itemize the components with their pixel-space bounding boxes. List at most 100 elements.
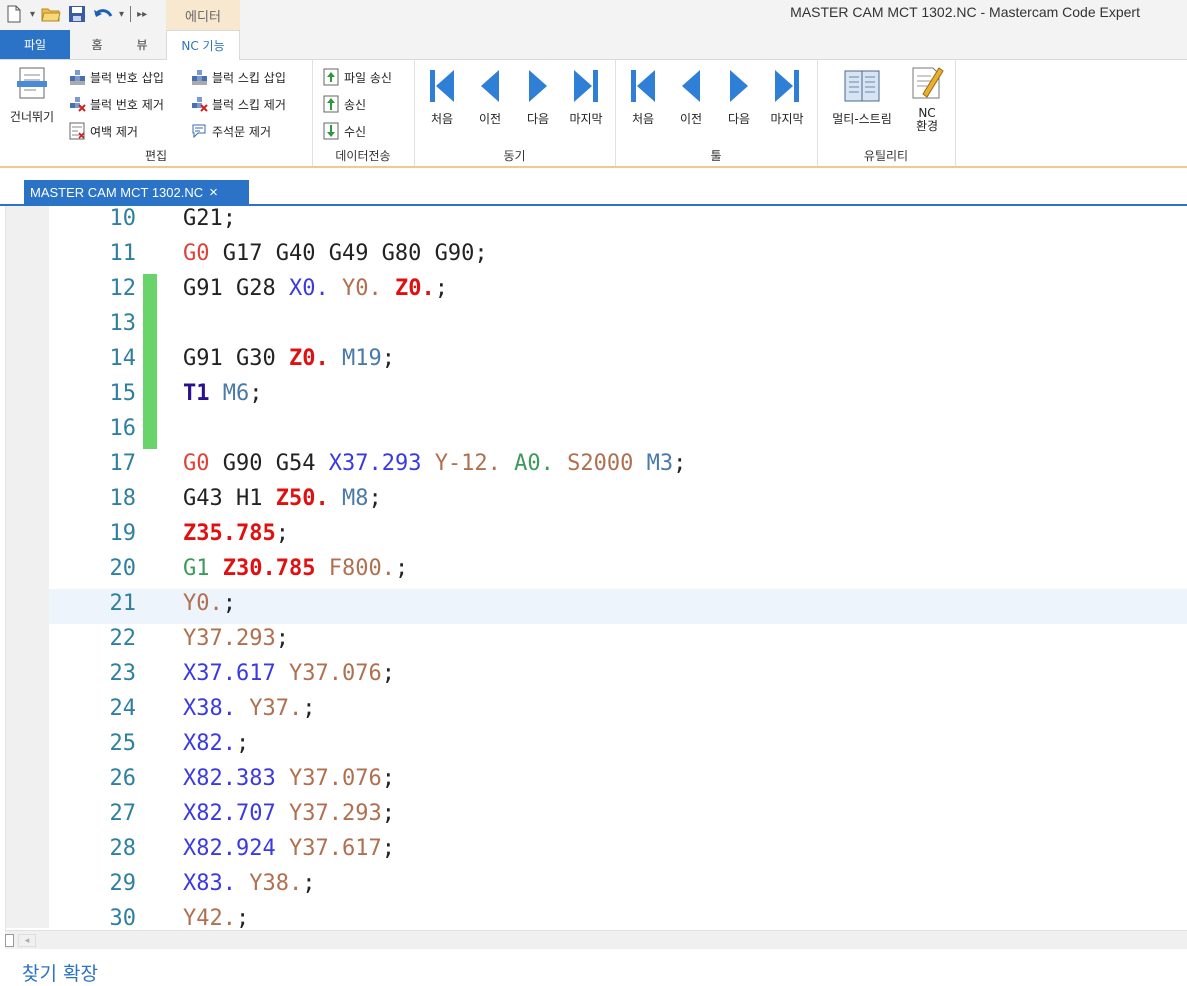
code-token: M19 [341,346,382,371]
skip-button[interactable]: 건너뛰기 [4,66,60,124]
change-marker [143,379,157,414]
code-line[interactable]: 18 G43 H1 Z50. M8; [49,484,1187,519]
remove-comments-button[interactable]: 주석문 제거 [190,122,271,140]
line-number: 19 [109,521,137,546]
receive-icon [322,122,340,140]
sync-next-button[interactable]: 다음 [516,68,560,126]
scroll-left-icon[interactable]: ◂ [18,934,36,947]
code-token: ; [381,766,395,791]
code-editor[interactable]: 10 G21; 11 G0 G17 G40 G49 G80 G90; 12 G91 G28… [5,206,1187,930]
scrollbar-thumb[interactable] [5,934,14,947]
new-dropdown-icon[interactable]: ▾ [30,9,35,20]
code-line[interactable]: 12 G91 G28 X0. Y0. Z0.; [49,274,1187,309]
code-token: ; [434,276,448,301]
code-line[interactable]: 25 X82.; [49,729,1187,764]
insert-block-number-button[interactable]: 블럭 번호 삽입 [68,68,164,86]
data-transfer-group: 파일 송신 송신 수신 데이터전송 [312,60,415,166]
tab-nc-functions[interactable]: NC 기능 [166,30,240,60]
line-number: 13 [109,311,137,336]
code-line[interactable]: 15 T1 M6; [49,379,1187,414]
code-token: Y37. [249,696,303,721]
code-line[interactable]: 16 [49,414,1187,449]
code-text: X82.707 Y37.293; [183,801,395,826]
code-text: T1 M6; [183,381,263,406]
code-line[interactable]: 30 Y42.; [49,904,1187,930]
code-line[interactable]: 23 X37.617 Y37.076; [49,659,1187,694]
code-line[interactable]: 27 X82.707 Y37.293; [49,799,1187,834]
tab-file[interactable]: 파일 [0,30,70,59]
line-number: 18 [109,486,137,511]
horizontal-scrollbar[interactable]: ◂ [5,930,1187,949]
code-line[interactable]: 29 X83. Y38.; [49,869,1187,904]
code-token: X37.617 [183,661,276,686]
next-icon [724,68,754,107]
new-file-icon[interactable] [4,4,24,24]
sync-last-button[interactable]: 마지막 [562,68,610,126]
tool-last-button[interactable]: 마지막 [763,68,811,126]
send-button[interactable]: 송신 [322,95,366,113]
line-number: 21 [109,591,137,616]
utility-group-label: 유틸리티 [863,149,909,163]
remove-block-skip-button[interactable]: 블럭 스킵 제거 [190,95,286,113]
edit-group-label: 편집 [144,149,168,163]
remove-spaces-button[interactable]: 여백 제거 [68,122,138,140]
code-line[interactable]: 21 Y0.; [49,589,1187,624]
send-file-button[interactable]: 파일 송신 [322,68,392,86]
document-tab[interactable]: MASTER CAM MCT 1302.NC × [24,180,249,204]
customize-toolbar-icon[interactable]: ▸▸ [137,9,147,20]
line-number: 22 [109,626,137,651]
code-line[interactable]: 22 Y37.293; [49,624,1187,659]
save-icon[interactable] [67,4,87,24]
tool-prev-button[interactable]: 이전 [669,68,713,126]
code-token: ; [394,556,409,581]
tab-home[interactable]: 홈 [80,30,114,59]
code-token: Z35.785 [183,521,276,546]
open-folder-icon[interactable] [41,4,61,24]
code-token: Z30.785 [222,556,316,581]
code-line[interactable]: 14 G91 G30 Z0. M19; [49,344,1187,379]
code-token: G17 G40 G49 G80 G90 [209,241,475,266]
code-line[interactable]: 28 X82.924 Y37.617; [49,834,1187,869]
code-line[interactable]: 26 X82.383 Y37.076; [49,764,1187,799]
code-text: G21; [183,206,236,231]
undo-dropdown-icon[interactable]: ▾ [119,9,124,20]
code-line[interactable]: 24 X38. Y37.; [49,694,1187,729]
code-token: Y38. [249,871,303,896]
code-token: G0 [183,451,210,476]
code-token: Z50. [275,486,329,511]
multi-stream-button[interactable]: 멀티-스트림 [823,68,901,126]
code-line[interactable]: 11 G0 G17 G40 G49 G80 G90; [49,239,1187,274]
code-line[interactable]: 10 G21; [49,206,1187,239]
tool-next-button[interactable]: 다음 [717,68,761,126]
close-tab-icon[interactable]: × [209,184,218,201]
undo-icon[interactable] [93,4,113,24]
code-line[interactable]: 17 G0 G90 G54 X37.293 Y-12. A0. S2000 M3; [49,449,1187,484]
nc-env-label-line2: 환경 [915,119,939,133]
code-text: X82.383 Y37.076; [183,766,395,791]
code-text: G91 G30 Z0. M19; [183,346,395,371]
sync-first-button[interactable]: 처음 [420,68,464,126]
receive-button[interactable]: 수신 [322,122,366,140]
nc-settings-icon [909,64,945,105]
nc-environment-button[interactable]: NC 환경 [905,64,949,133]
tab-view[interactable]: 뷰 [124,30,160,59]
tool-first-button[interactable]: 처음 [621,68,665,126]
code-line[interactable]: 19 Z35.785; [49,519,1187,554]
find-expand-link[interactable]: 찾기 확장 [22,959,98,986]
code-line[interactable]: 20 G1 Z30.785 F800.; [49,554,1187,589]
code-text: X82.924 Y37.617; [183,836,395,861]
insert-block-skip-button[interactable]: 블럭 스킵 삽입 [190,68,286,86]
remove-block-number-button[interactable]: 블럭 번호 제거 [68,95,164,113]
line-number: 30 [109,906,137,930]
code-line[interactable]: 13 [49,309,1187,344]
sync-prev-button[interactable]: 이전 [468,68,512,126]
title-bar: ▾ ▾ ▸▸ 에디터 MASTER CAM MCT 1302.NC - Mast… [0,0,1187,30]
